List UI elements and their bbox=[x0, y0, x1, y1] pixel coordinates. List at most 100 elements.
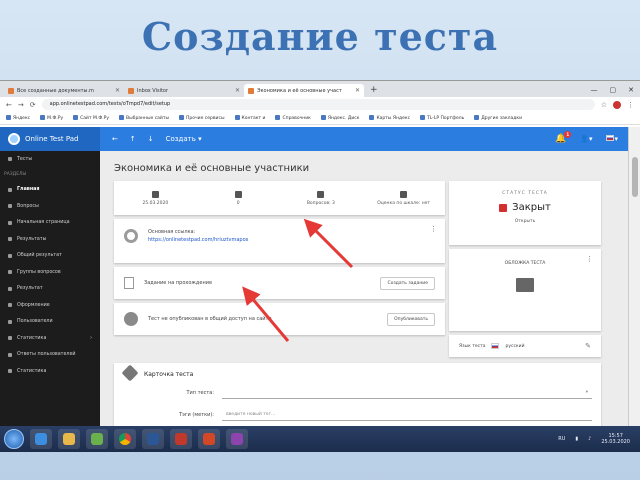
create-menu[interactable]: Создать ▾ bbox=[166, 135, 202, 143]
sidebar-item-start-page[interactable]: Начальная страница bbox=[0, 215, 100, 232]
bookmark[interactable]: Справочник bbox=[275, 115, 310, 121]
task-text: Задание на прохождение bbox=[144, 280, 213, 286]
language-label: Язык теста bbox=[459, 343, 486, 349]
test-link[interactable]: https://onlinetestpad.com/hriuztvmapox bbox=[148, 237, 248, 243]
bookmark[interactable]: Карты Яндекс bbox=[369, 115, 410, 121]
minimize-icon[interactable]: — bbox=[591, 86, 598, 94]
bookmark[interactable]: М.Ф.Ру bbox=[40, 115, 63, 121]
sidebar-item-tests[interactable]: Тесты bbox=[0, 151, 100, 168]
open-test-link[interactable]: Открыть bbox=[449, 219, 601, 224]
bookmarks-bar: Яндекс М.Ф.Ру Сайт М.Ф.Ру Выбранные сайт… bbox=[0, 112, 640, 125]
volume-icon[interactable]: ♪ bbox=[588, 436, 591, 442]
window-close-icon[interactable]: ✕ bbox=[628, 86, 634, 94]
sidebar-item-total-result[interactable]: Общий результат bbox=[0, 248, 100, 265]
url-input[interactable]: app.onlinetestpad.com/tests/oTmpd7/edit/… bbox=[41, 99, 595, 110]
scroll-thumb[interactable] bbox=[632, 157, 638, 197]
stat-scale[interactable]: Оценка по шкале: нет bbox=[362, 181, 445, 215]
list-icon bbox=[400, 190, 408, 198]
explorer-icon[interactable] bbox=[58, 429, 80, 449]
browser-tab[interactable]: Все созданные документы.m ✕ bbox=[4, 84, 124, 97]
scrollbar[interactable] bbox=[628, 127, 640, 427]
sidebar-item-questions[interactable]: Вопросы bbox=[0, 198, 100, 215]
language-indicator[interactable]: RU bbox=[558, 436, 565, 442]
bookmark[interactable]: Яндекс. Диск bbox=[321, 115, 360, 121]
powerpoint-icon[interactable] bbox=[198, 429, 220, 449]
bookmark[interactable]: Сайт М.Ф.Ру bbox=[73, 115, 109, 121]
bookmark[interactable]: Выбранные сайты bbox=[119, 115, 169, 121]
user-icon[interactable]: 👤▾ bbox=[580, 135, 592, 143]
back-icon[interactable]: ← bbox=[6, 101, 12, 109]
more-icon[interactable]: ⋮ bbox=[430, 225, 437, 233]
page-title: Экономика и её основные участники bbox=[114, 163, 310, 174]
nav-actions: ← ↑ ↓ Создать ▾ bbox=[100, 135, 202, 143]
page-icon bbox=[8, 220, 12, 225]
sidebar-item-main[interactable]: Главная bbox=[0, 182, 100, 199]
reload-icon[interactable]: ⟳ bbox=[30, 101, 36, 109]
browser-tab[interactable]: Inbox Visitor ✕ bbox=[124, 84, 244, 97]
sidebar-item-design[interactable]: Оформление bbox=[0, 297, 100, 314]
close-icon[interactable]: ✕ bbox=[355, 87, 360, 94]
ie-icon[interactable] bbox=[30, 429, 52, 449]
results-icon bbox=[8, 237, 12, 242]
pencil-icon[interactable]: ✎ bbox=[585, 342, 591, 350]
test-type-row: Тип теста: ▾ bbox=[174, 387, 592, 399]
close-icon[interactable]: ✕ bbox=[115, 87, 120, 94]
stat-questions[interactable]: Вопросов: 3 bbox=[280, 181, 363, 215]
up-icon[interactable]: ↑ bbox=[130, 135, 136, 143]
image-icon[interactable] bbox=[516, 278, 534, 292]
start-button[interactable] bbox=[4, 429, 24, 449]
media-icon[interactable] bbox=[86, 429, 108, 449]
sidebar-item-question-groups[interactable]: Группы вопросов bbox=[0, 264, 100, 281]
sidebar-item-users[interactable]: Пользователи bbox=[0, 314, 100, 331]
create-task-button[interactable]: Создать задание bbox=[380, 276, 435, 290]
test-info-card: Карточка теста Тип теста: ▾ Тэги (метки)… bbox=[114, 363, 601, 433]
brand[interactable]: Online Test Pad bbox=[0, 127, 100, 151]
stats-icon bbox=[8, 369, 12, 374]
sidebar-item-result[interactable]: Результат bbox=[0, 281, 100, 298]
sidebar-section: РАЗДЕЛЫ bbox=[4, 172, 27, 177]
language-flag-icon[interactable]: ▾ bbox=[606, 135, 618, 143]
window-controls: — ▢ ✕ bbox=[585, 86, 640, 97]
bell-icon[interactable]: 🔔 1 bbox=[555, 131, 572, 144]
russia-flag-icon bbox=[491, 343, 500, 349]
app-icon[interactable] bbox=[226, 429, 248, 449]
sidebar-item-statistics-2[interactable]: Статистика bbox=[0, 363, 100, 380]
browser-tab-active[interactable]: Экономика и её основные участ ✕ bbox=[244, 84, 364, 97]
forward-icon[interactable]: → bbox=[18, 101, 24, 109]
tags-input[interactable]: введите новый тег... bbox=[222, 409, 592, 421]
sidebar-item-user-answers[interactable]: Ответы пользователей bbox=[0, 347, 100, 364]
profile-avatar[interactable] bbox=[613, 100, 621, 109]
maximize-icon[interactable]: ▢ bbox=[610, 86, 617, 94]
system-tray: RU ▮ ♪ 15:57 25.03.2020 bbox=[558, 433, 636, 445]
menu-icon[interactable]: ⋮ bbox=[627, 101, 634, 109]
browser-tabbar: Все созданные документы.m ✕ Inbox Visitor… bbox=[0, 81, 640, 97]
clock[interactable]: 15:57 25.03.2020 bbox=[601, 433, 630, 445]
sidebar-item-statistics[interactable]: Статистика › bbox=[0, 330, 100, 347]
slide-title: Создание теста bbox=[141, 14, 499, 59]
test-type-select[interactable]: ▾ bbox=[222, 387, 592, 399]
word-icon[interactable] bbox=[142, 429, 164, 449]
cover-card: ОБЛОЖКА ТЕСТА ⋮ bbox=[449, 249, 601, 331]
back-arrow-icon[interactable]: ← bbox=[112, 135, 118, 143]
bookmark[interactable]: Прочие сервисы bbox=[179, 115, 224, 121]
share-card: Тест не опубликован в общий доступ на са… bbox=[114, 303, 445, 335]
bookmark[interactable]: Контакт и bbox=[235, 115, 266, 121]
address-bar: ← → ⟳ app.onlinetestpad.com/tests/oTmpd7… bbox=[0, 97, 640, 112]
sidebar-item-results[interactable]: Результаты bbox=[0, 231, 100, 248]
star-icon[interactable]: ☆ bbox=[601, 101, 607, 109]
bookmark[interactable]: TL-LP Портфель bbox=[420, 115, 464, 121]
more-icon[interactable]: ⋮ bbox=[586, 255, 593, 263]
palette-icon bbox=[8, 303, 12, 308]
filezilla-icon[interactable] bbox=[170, 429, 192, 449]
answers-icon bbox=[8, 352, 12, 357]
close-icon[interactable]: ✕ bbox=[235, 87, 240, 94]
network-icon[interactable]: ▮ bbox=[575, 436, 578, 442]
new-tab-icon[interactable]: + bbox=[364, 85, 384, 97]
bookmark[interactable]: Яндекс bbox=[6, 115, 30, 121]
stat-created: 25.03.2020 bbox=[114, 181, 197, 215]
bookmark[interactable]: Другие закладки bbox=[474, 115, 522, 121]
tab-favicon-icon bbox=[8, 87, 14, 94]
publish-button[interactable]: Опубликовать bbox=[387, 312, 435, 326]
down-icon[interactable]: ↓ bbox=[148, 135, 154, 143]
chrome-icon[interactable] bbox=[114, 429, 136, 449]
